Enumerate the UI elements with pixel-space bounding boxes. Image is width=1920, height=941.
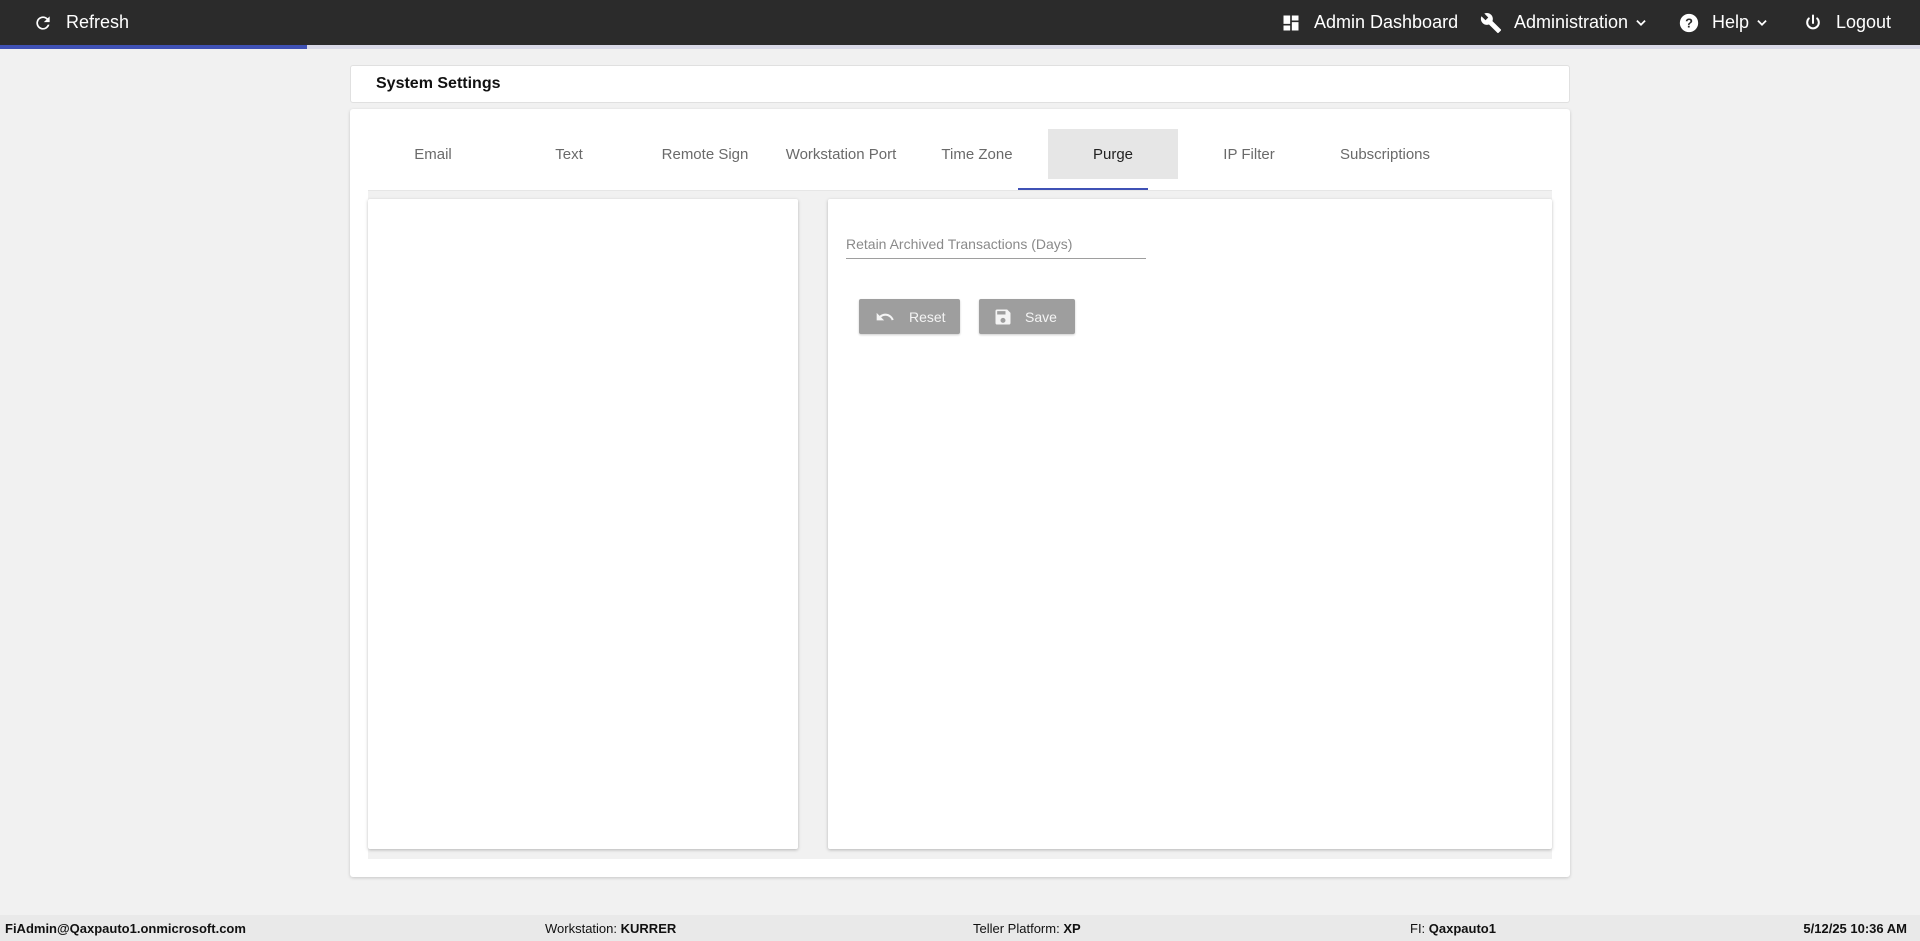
- chevron-down-icon: [1634, 16, 1648, 30]
- save-label: Save: [1025, 308, 1057, 325]
- fi-value: Qaxpauto1: [1428, 920, 1496, 936]
- tab-remote-sign[interactable]: Remote Sign: [640, 129, 770, 179]
- status-workstation: Workstation: KURRER: [545, 915, 676, 941]
- help-icon: ?: [1678, 12, 1700, 34]
- left-panel: [368, 199, 798, 849]
- status-user: FiAdmin@Qaxpauto1.onmicrosoft.com: [5, 920, 246, 936]
- tab-email[interactable]: Email: [368, 129, 498, 179]
- reset-button[interactable]: Reset: [859, 299, 960, 334]
- help-menu[interactable]: ? Help: [1678, 0, 1769, 45]
- settings-tabs: Email Text Remote Sign Workstation Port …: [368, 129, 1552, 191]
- teller-platform-value: XP: [1063, 920, 1081, 936]
- fi-label: FI:: [1410, 920, 1426, 936]
- retain-archived-transactions-input[interactable]: [846, 231, 1146, 257]
- page-header: System Settings: [350, 65, 1570, 103]
- tab-purge[interactable]: Purge: [1048, 129, 1178, 179]
- tab-time-zone[interactable]: Time Zone: [912, 129, 1042, 179]
- dashboard-icon: [1280, 12, 1302, 34]
- loading-progress-bar: [0, 45, 1920, 49]
- reset-label: Reset: [909, 308, 946, 325]
- admin-dashboard-label: Admin Dashboard: [1314, 12, 1459, 32]
- settings-card: Email Text Remote Sign Workstation Port …: [350, 109, 1570, 877]
- save-button[interactable]: Save: [979, 299, 1075, 334]
- logout-label: Logout: [1836, 12, 1892, 32]
- save-icon: [993, 307, 1013, 327]
- undo-icon: [873, 307, 897, 327]
- workstation-value: KURRER: [620, 920, 677, 936]
- tab-workstation-port[interactable]: Workstation Port: [776, 129, 906, 179]
- tab-content-area: Reset Save: [368, 191, 1552, 859]
- retain-days-field: [846, 231, 1146, 259]
- refresh-icon: [32, 12, 54, 34]
- wrench-icon: [1480, 12, 1502, 34]
- svg-text:?: ?: [1685, 15, 1693, 30]
- purge-settings-panel: Reset Save: [828, 199, 1552, 849]
- status-bar: FiAdmin@Qaxpauto1.onmicrosoft.com Workst…: [0, 915, 1920, 941]
- refresh-label: Refresh: [66, 12, 130, 32]
- workstation-label: Workstation:: [545, 920, 618, 936]
- active-tab-indicator: [1018, 188, 1148, 190]
- admin-dashboard-link[interactable]: Admin Dashboard: [1280, 0, 1458, 45]
- teller-platform-label: Teller Platform:: [973, 920, 1060, 936]
- tab-ip-filter[interactable]: IP Filter: [1184, 129, 1314, 179]
- logout-button[interactable]: Logout: [1802, 0, 1891, 45]
- tab-text[interactable]: Text: [504, 129, 634, 179]
- administration-label: Administration: [1514, 12, 1629, 32]
- status-fi: FI: Qaxpauto1: [1410, 915, 1496, 941]
- status-teller-platform: Teller Platform: XP: [973, 915, 1081, 941]
- status-datetime: 5/12/25 10:36 AM: [1803, 920, 1907, 936]
- page-title: System Settings: [376, 75, 501, 92]
- power-icon: [1802, 12, 1824, 34]
- refresh-button[interactable]: Refresh: [32, 0, 129, 45]
- progress-fill: [0, 45, 308, 49]
- administration-menu[interactable]: Administration: [1480, 0, 1648, 45]
- top-nav-bar: Refresh Admin Dashboard Administration ?…: [0, 0, 1920, 45]
- chevron-down-icon: [1755, 16, 1769, 30]
- tab-subscriptions[interactable]: Subscriptions: [1320, 129, 1450, 179]
- help-label: Help: [1712, 12, 1750, 32]
